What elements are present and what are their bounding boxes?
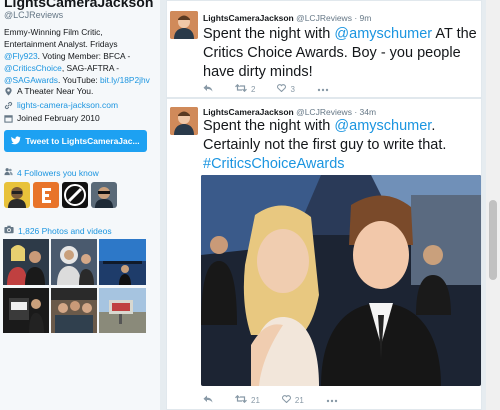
reply-button[interactable]: [203, 84, 213, 94]
tweet-compose-icon: [11, 135, 22, 147]
location-text: A Theater Near You.: [17, 86, 94, 96]
tweet-actions: 2 3: [203, 83, 351, 94]
retweet-count: 21: [251, 395, 260, 405]
scrollbar-thumb[interactable]: [489, 200, 497, 280]
reply-icon: [203, 395, 213, 405]
tweet-to-button[interactable]: Tweet to LightsCameraJac...: [4, 130, 147, 152]
more-button[interactable]: [317, 85, 329, 94]
tweet-timestamp[interactable]: · 34m: [354, 107, 376, 117]
bio-text-4: . YouTube:: [57, 75, 101, 85]
camera-icon: [4, 225, 14, 236]
profile-location: A Theater Near You.: [4, 86, 93, 96]
tweet-author-handle: @LCJReviews: [296, 13, 352, 23]
reply-button[interactable]: [203, 395, 213, 405]
profile-joined: Joined February 2010: [4, 113, 100, 123]
profile-website: lights-camera-jackson.com: [4, 100, 118, 110]
more-icon: [317, 85, 329, 94]
tweet-author[interactable]: LightsCameraJackson @LCJReviews · 34m: [203, 107, 376, 117]
bio-text-2: . Voting Member: BFCA -: [37, 51, 131, 61]
bio-text-3: , SAG-AFTRA -: [61, 63, 120, 73]
tweet-text-part: Spent the night with: [203, 26, 335, 42]
like-button[interactable]: 21: [281, 395, 304, 405]
tweet-author[interactable]: LightsCameraJackson @LCJReviews · 9m: [203, 13, 371, 23]
tweet-author-avatar[interactable]: [170, 107, 198, 135]
tweet-text-part: Spent the night with: [203, 118, 335, 134]
website-link[interactable]: lights-camera-jackson.com: [17, 100, 118, 110]
tweet-author-avatar[interactable]: [170, 11, 198, 39]
retweet-count: 2: [251, 84, 256, 94]
heart-icon: [281, 395, 291, 405]
follower-avatar[interactable]: [4, 182, 30, 208]
profile-bio: Emmy-Winning Film Critic, Entertainment …: [4, 26, 154, 86]
bio-mention-fly923[interactable]: @Fly923: [4, 51, 38, 61]
link-icon: [4, 101, 13, 110]
tweet-author-name: LightsCameraJackson: [203, 13, 294, 23]
retweet-icon: [235, 83, 247, 94]
tweet-attached-photo[interactable]: [201, 175, 481, 386]
tweet-hashtag[interactable]: #CriticsChoiceAwards: [203, 156, 345, 172]
retweet-button[interactable]: 2: [235, 83, 256, 94]
bio-youtube-link[interactable]: bit.ly/18P2jhv: [100, 75, 150, 85]
tweet-card[interactable]: LightsCameraJackson @LCJReviews · 34m Sp…: [166, 98, 482, 410]
like-count: 3: [290, 84, 295, 94]
bio-text-1: Emmy-Winning Film Critic, Entertainment …: [4, 27, 118, 49]
media-thumbnail[interactable]: [51, 288, 97, 333]
followers-you-know-header[interactable]: 4 Followers you know: [4, 167, 99, 178]
tweet-card[interactable]: LightsCameraJackson @LCJReviews · 9m Spe…: [166, 0, 482, 98]
more-button[interactable]: [326, 396, 338, 405]
bio-mention-sagawards[interactable]: @SAGAwards: [4, 75, 58, 85]
follower-avatar[interactable]: [33, 182, 59, 208]
tweet-mention[interactable]: @amyschumer: [334, 26, 432, 42]
tweet-actions: 21 21: [203, 394, 360, 405]
joined-text: Joined February 2010: [17, 113, 100, 123]
reply-icon: [203, 84, 213, 94]
followers-you-know-text: 4 Followers you know: [17, 167, 99, 178]
follower-avatar[interactable]: [91, 182, 117, 208]
bio-mention-criticschoice[interactable]: @CriticsChoice: [4, 63, 62, 73]
media-thumbnail[interactable]: [3, 288, 49, 333]
like-count: 21: [294, 395, 304, 405]
media-thumbnail[interactable]: [51, 239, 97, 285]
heart-icon: [277, 84, 287, 94]
retweet-button[interactable]: 21: [235, 394, 260, 405]
tweet-to-label: Tweet to LightsCameraJac...: [25, 136, 140, 146]
profile-display-name[interactable]: LightsCameraJackson: [4, 0, 153, 10]
media-thumbnail[interactable]: [99, 239, 146, 285]
more-icon: [326, 396, 338, 405]
tweet-text: Spent the night with @amyschumer AT the …: [203, 25, 478, 82]
people-icon: [4, 167, 13, 178]
tweet-mention[interactable]: @amyschumer: [334, 118, 431, 134]
retweet-icon: [235, 394, 247, 405]
tweet-author-handle: @LCJReviews: [296, 107, 352, 117]
tweet-timestamp[interactable]: · 9m: [354, 13, 371, 23]
media-thumbnail[interactable]: [3, 239, 49, 285]
photos-videos-header[interactable]: 1,826 Photos and videos: [4, 225, 112, 236]
media-thumbnail[interactable]: [99, 288, 146, 333]
tweet-author-name: LightsCameraJackson: [203, 107, 294, 117]
follower-avatar[interactable]: [62, 182, 88, 208]
profile-sidebar: LightsCameraJackson @LCJReviews Emmy-Win…: [0, 0, 160, 410]
calendar-icon: [4, 114, 13, 123]
like-button[interactable]: 3: [277, 84, 295, 94]
tweet-text: Spent the night with @amyschumer. Certai…: [203, 117, 478, 174]
pin-icon: [4, 86, 13, 96]
profile-handle[interactable]: @LCJReviews: [4, 10, 63, 20]
photos-videos-text: 1,826 Photos and videos: [18, 225, 112, 236]
